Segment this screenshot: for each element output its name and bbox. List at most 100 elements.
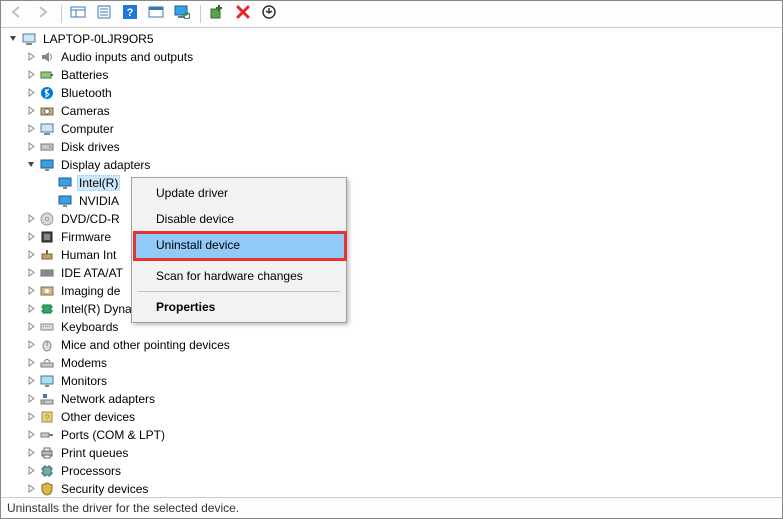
chevron-right-icon[interactable] [23, 355, 39, 371]
node-label: IDE ATA/AT [59, 265, 125, 281]
tree-spacer [41, 175, 57, 191]
device-tree[interactable]: LAPTOP-0LJR9OR5Audio inputs and outputsB… [1, 28, 782, 497]
chevron-right-icon[interactable] [23, 445, 39, 461]
status-bar: Uninstalls the driver for the selected d… [1, 497, 782, 518]
device-category[interactable]: Disk drives [1, 138, 782, 156]
context-menu: Update driverDisable deviceUninstall dev… [131, 177, 347, 323]
device-category[interactable]: Computer [1, 120, 782, 138]
chevron-down-icon[interactable] [23, 157, 39, 173]
device-category[interactable]: Security devices [1, 480, 782, 497]
context-menu-item[interactable]: Update driver [134, 180, 344, 206]
node-label: Human Int [59, 247, 118, 263]
device-category[interactable]: IDE ATA/AT [1, 264, 782, 282]
properties-button[interactable] [92, 3, 116, 25]
device-category[interactable]: Processors [1, 462, 782, 480]
chevron-right-icon[interactable] [23, 121, 39, 137]
chevron-right-icon[interactable] [23, 373, 39, 389]
computer-icon [21, 31, 37, 47]
chevron-down-icon[interactable] [5, 31, 21, 47]
action-button[interactable] [144, 3, 168, 25]
context-menu-item[interactable]: Disable device [134, 206, 344, 232]
forward-button[interactable] [31, 3, 55, 25]
chevron-right-icon[interactable] [23, 49, 39, 65]
device-category[interactable]: Bluetooth [1, 84, 782, 102]
computer-icon [39, 121, 55, 137]
device-category[interactable]: Batteries [1, 66, 782, 84]
port-icon [39, 427, 55, 443]
chevron-right-icon[interactable] [23, 229, 39, 245]
chevron-right-icon[interactable] [23, 409, 39, 425]
chevron-right-icon[interactable] [23, 427, 39, 443]
camera-icon [39, 103, 55, 119]
scan-hardware-button[interactable] [170, 3, 194, 25]
chevron-right-icon[interactable] [23, 283, 39, 299]
device-category[interactable]: Modems [1, 354, 782, 372]
audio-icon [39, 49, 55, 65]
context-menu-item[interactable]: Uninstall device [134, 232, 344, 258]
chevron-right-icon[interactable] [23, 391, 39, 407]
chevron-right-icon[interactable] [23, 481, 39, 497]
chevron-right-icon[interactable] [23, 247, 39, 263]
chevron-right-icon[interactable] [23, 337, 39, 353]
back-button[interactable] [5, 3, 29, 25]
printer-icon [39, 445, 55, 461]
show-hidden-icon [70, 5, 86, 22]
chevron-right-icon[interactable] [23, 265, 39, 281]
context-menu-separator [138, 291, 340, 292]
device-category[interactable]: Imaging de [1, 282, 782, 300]
ide-icon [39, 265, 55, 281]
chevron-right-icon[interactable] [23, 139, 39, 155]
device-root[interactable]: LAPTOP-0LJR9OR5 [1, 30, 782, 48]
device-category[interactable]: Intel(R) Dynamic Platform and Thermal Fr… [1, 300, 782, 318]
chevron-right-icon[interactable] [23, 211, 39, 227]
chevron-right-icon[interactable] [23, 319, 39, 335]
chevron-right-icon[interactable] [23, 463, 39, 479]
node-label: Processors [59, 463, 123, 479]
arrow-left-icon [10, 5, 24, 22]
node-label: Security devices [59, 481, 150, 497]
device-leaf[interactable]: Intel(R) [1, 174, 782, 192]
context-menu-item[interactable]: Properties [134, 294, 344, 320]
device-category[interactable]: Print queues [1, 444, 782, 462]
show-hidden-devices-button[interactable] [66, 3, 90, 25]
device-category[interactable]: Cameras [1, 102, 782, 120]
node-label: Firmware [59, 229, 113, 245]
device-category[interactable]: DVD/CD-R [1, 210, 782, 228]
device-category[interactable]: Audio inputs and outputs [1, 48, 782, 66]
chevron-right-icon[interactable] [23, 67, 39, 83]
node-label: Monitors [59, 373, 109, 389]
device-category[interactable]: Ports (COM & LPT) [1, 426, 782, 444]
chevron-right-icon[interactable] [23, 85, 39, 101]
device-category[interactable]: ?Other devices [1, 408, 782, 426]
status-text: Uninstalls the driver for the selected d… [7, 501, 239, 515]
imaging-icon [39, 283, 55, 299]
monitor-icon [39, 373, 55, 389]
action-icon [148, 5, 164, 22]
node-label: Batteries [59, 67, 110, 83]
node-label: Network adapters [59, 391, 157, 407]
toolbar-separator [200, 5, 201, 23]
device-category[interactable]: Network adapters [1, 390, 782, 408]
chevron-right-icon[interactable] [23, 103, 39, 119]
device-category[interactable]: Mice and other pointing devices [1, 336, 782, 354]
uninstall-button[interactable] [231, 3, 255, 25]
context-menu-item[interactable]: Scan for hardware changes [134, 263, 344, 289]
help-button[interactable]: ? [118, 3, 142, 25]
mouse-icon [39, 337, 55, 353]
device-category[interactable]: Human Int [1, 246, 782, 264]
device-leaf[interactable]: NVIDIA [1, 192, 782, 210]
properties-icon [97, 5, 111, 22]
update-driver-button[interactable] [257, 3, 281, 25]
chevron-right-icon[interactable] [23, 301, 39, 317]
device-category[interactable]: Monitors [1, 372, 782, 390]
svg-text:?: ? [44, 413, 49, 423]
add-legacy-button[interactable] [205, 3, 229, 25]
node-label: Ports (COM & LPT) [59, 427, 167, 443]
chip-icon [39, 301, 55, 317]
device-category[interactable]: Keyboards [1, 318, 782, 336]
device-category[interactable]: Firmware [1, 228, 782, 246]
node-label: DVD/CD-R [59, 211, 122, 227]
display-icon [57, 193, 73, 209]
node-label: Display adapters [59, 157, 152, 173]
device-category[interactable]: Display adapters [1, 156, 782, 174]
